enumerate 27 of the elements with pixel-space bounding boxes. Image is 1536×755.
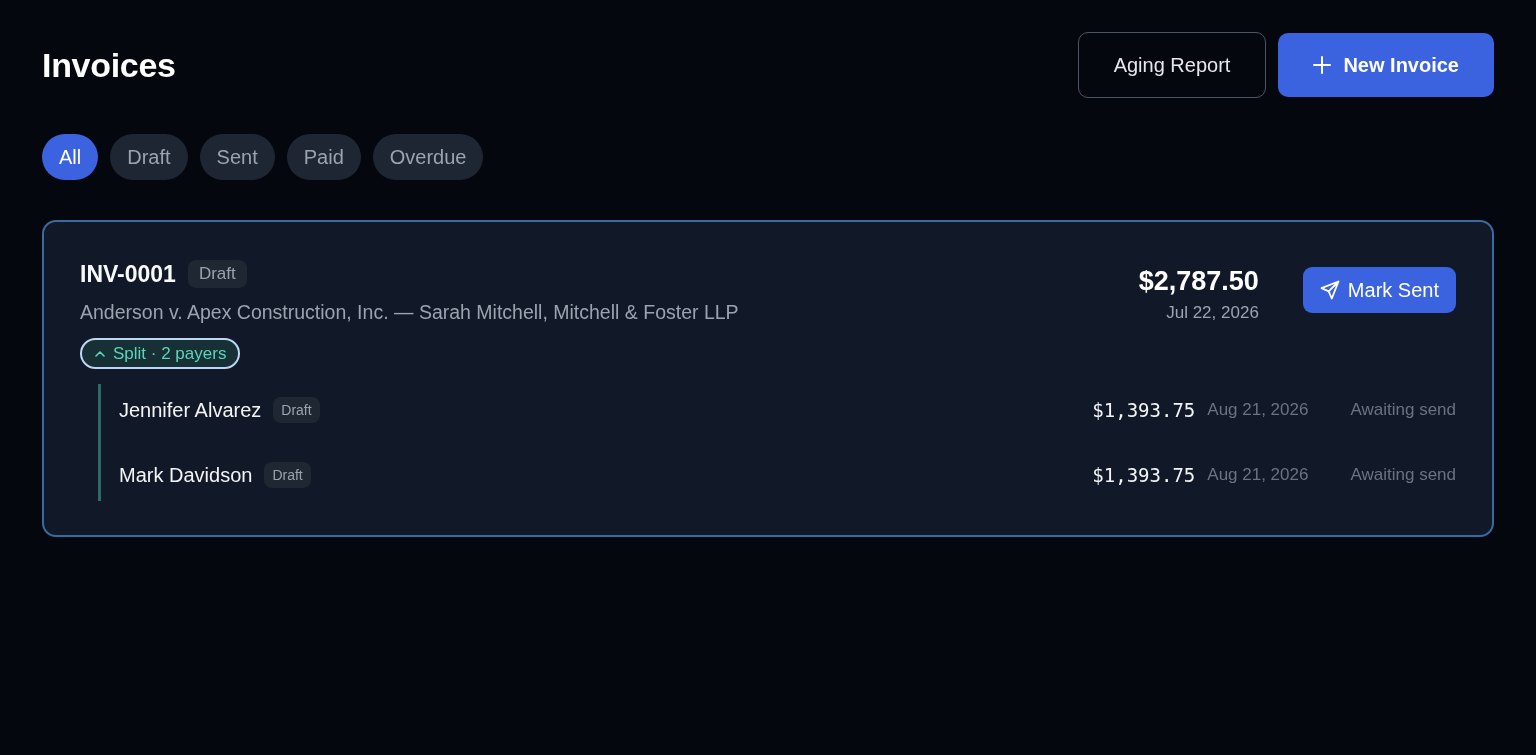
new-item-button[interactable]: New Invoice <box>1278 33 1494 97</box>
due-date: Aug 21, 2026 <box>1207 465 1309 485</box>
payer-amount: $1,393.75 <box>1092 399 1196 421</box>
status-badge: Draft <box>273 397 320 423</box>
status-badge: Draft <box>187 260 247 288</box>
invoice-number: INV-0001 <box>80 260 176 288</box>
payer-status: Awaiting send <box>1350 400 1456 420</box>
payer-name: Mark Davidson <box>119 463 253 487</box>
invoice-total: $2,787.50 <box>1138 266 1259 297</box>
invoice-date: Jul 22, 2026 <box>1166 303 1259 323</box>
payer-amount: $1,393.75 <box>1092 464 1196 486</box>
status-badge: Draft <box>264 462 311 488</box>
split-toggle[interactable]: Split · 2 payers <box>80 338 241 369</box>
filter-tab[interactable]: Paid <box>286 134 361 180</box>
filter-tab[interactable]: Draft <box>110 134 188 180</box>
plus-icon <box>1313 56 1332 74</box>
due-date: Aug 21, 2026 <box>1207 400 1309 420</box>
mark-sent-button[interactable]: Mark Sent <box>1302 267 1456 313</box>
page-title: Invoices <box>42 45 176 85</box>
filter-tab[interactable]: Overdue <box>372 134 484 180</box>
payer-status: Awaiting send <box>1350 465 1456 485</box>
invoice-description: Anderson v. Apex Construction, Inc. — Sarah Mitchell, Mitchell & Foster LLP <box>80 301 739 324</box>
report-button[interactable]: Aging Report <box>1077 32 1267 98</box>
payer-name: Jennifer Alvarez <box>119 398 262 422</box>
filter-tab[interactable]: Sent <box>199 134 275 180</box>
send-icon <box>1319 280 1340 300</box>
filter-tab[interactable]: All <box>42 134 99 180</box>
